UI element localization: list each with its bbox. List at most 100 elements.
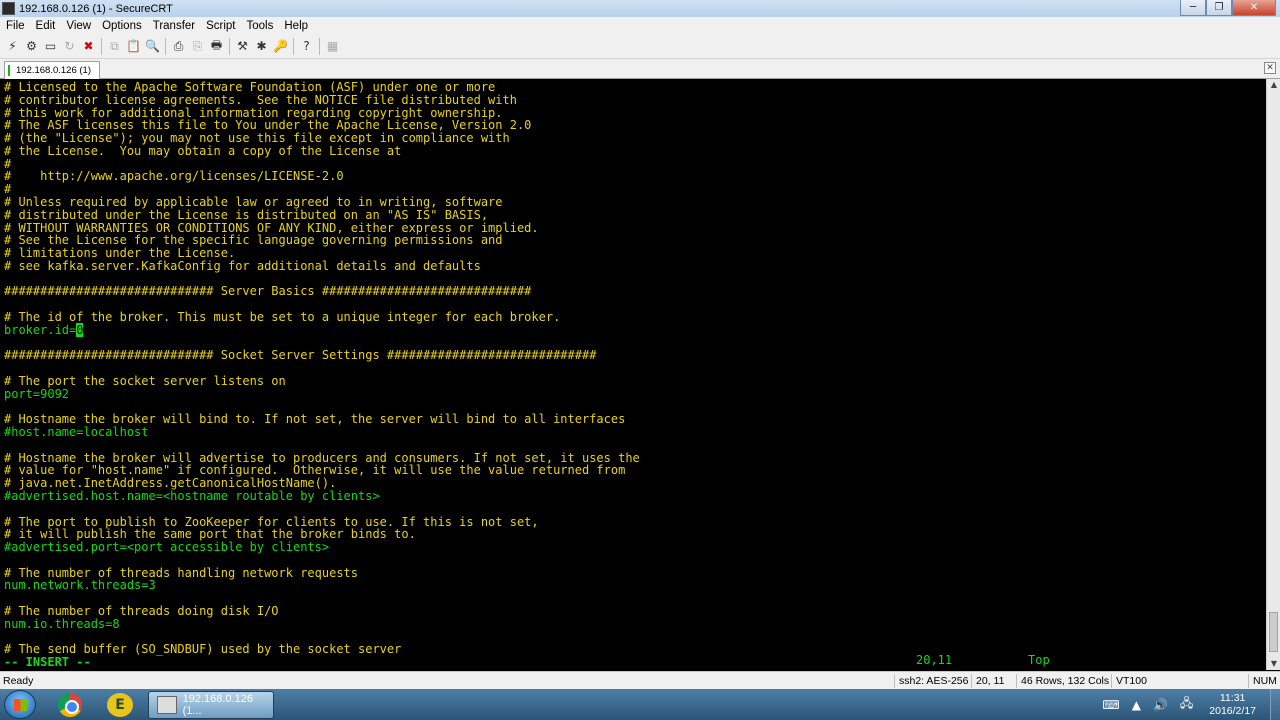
- print-selection-icon[interactable]: ⎘: [189, 38, 206, 55]
- toolbar-separator: [293, 37, 294, 55]
- terminal-scrollbar[interactable]: ▲ ▼: [1266, 79, 1280, 670]
- status-numlock: NUM: [1248, 674, 1277, 688]
- terminal-line: #host.name=localhost: [4, 426, 149, 439]
- terminal-line-text: #host.name=localhost: [4, 425, 149, 440]
- terminal-line-text: # http://www.apache.org/licenses/LICENSE…: [4, 169, 344, 184]
- print-setup-icon[interactable]: 🖶: [208, 38, 225, 55]
- paste-icon[interactable]: 📋: [125, 38, 142, 55]
- terminal-line: #advertised.host.name=<hostname routable…: [4, 488, 380, 503]
- menu-view[interactable]: View: [66, 20, 91, 32]
- terminal-line-text: ############################# Server Bas…: [4, 284, 532, 299]
- connected-status-icon: [8, 65, 10, 76]
- terminal-line-text: port=9092: [4, 386, 70, 401]
- menu-script[interactable]: Script: [206, 20, 235, 32]
- connect-icon[interactable]: ⚡: [4, 38, 21, 55]
- copy-icon[interactable]: ⧉: [106, 38, 123, 55]
- restore-button[interactable]: ❐: [1206, 0, 1232, 16]
- text-cursor: 0: [76, 322, 84, 337]
- pinned-app-icon[interactable]: E: [107, 693, 133, 717]
- session-tab-label: 192.168.0.126 (1): [16, 65, 92, 76]
- close-button[interactable]: ✕: [1232, 0, 1276, 16]
- help-icon[interactable]: ?: [298, 38, 315, 55]
- menu-edit[interactable]: Edit: [36, 20, 56, 32]
- terminal-line: num.network.threads=3: [4, 579, 156, 592]
- print-icon[interactable]: ⎙: [170, 38, 187, 55]
- disconnect-icon[interactable]: ✖: [80, 38, 97, 55]
- status-emulation: VT100: [1111, 674, 1147, 688]
- reconnect-icon[interactable]: ↻: [61, 38, 78, 55]
- tab-close-icon[interactable]: ✕: [1264, 62, 1276, 74]
- connect-in-tab-icon[interactable]: ▭: [42, 38, 59, 55]
- terminal-line: #advertised.port=<port accessible by cli…: [4, 541, 329, 554]
- scroll-thumb[interactable]: [1269, 612, 1278, 652]
- taskbar-window-label: 192.168.0.126 (1...: [182, 693, 253, 717]
- menu-bar: File Edit View Options Transfer Script T…: [0, 17, 1280, 34]
- vim-mode-indicator: -- INSERT --: [4, 655, 91, 670]
- session-tab-strip: 192.168.0.126 (1) ✕: [0, 59, 1280, 79]
- minimize-button[interactable]: ─: [1180, 0, 1206, 16]
- terminal-line-text: # the License. You may obtain a copy of …: [4, 143, 402, 158]
- terminal-line: ############################# Server Bas…: [4, 285, 531, 298]
- terminal-line: ############################# Socket Ser…: [4, 349, 596, 362]
- global-options-icon[interactable]: ✱: [253, 38, 270, 55]
- window-title: 192.168.0.126 (1) - SecureCRT: [19, 2, 173, 15]
- toolbar: ⚡ ⚙ ▭ ↻ ✖ ⧉ 📋 🔍 ⎙ ⎘ 🖶 ⚒ ✱ 🔑 ? ▦: [0, 34, 1280, 59]
- chrome-icon[interactable]: [58, 693, 82, 717]
- status-position: 20, 11: [971, 674, 1004, 688]
- taskbar-securecrt-window[interactable]: 192.168.0.126 (1...: [148, 691, 274, 719]
- sftp-icon[interactable]: ▦: [324, 38, 341, 55]
- window-controls: ─ ❐ ✕: [1180, 0, 1276, 16]
- terminal-line-text: ############################# Socket Ser…: [4, 348, 597, 363]
- keymap-icon[interactable]: 🔑: [272, 38, 289, 55]
- system-tray: ⌨ ▲ 🔊 🖧 11:31 2016/2/17: [1096, 689, 1280, 720]
- scroll-down-icon[interactable]: ▼: [1268, 658, 1280, 670]
- menu-file[interactable]: File: [6, 20, 25, 32]
- terminal-line: # the License. You may obtain a copy of …: [4, 143, 402, 158]
- quick-connect-icon[interactable]: ⚙: [23, 38, 40, 55]
- session-tab[interactable]: 192.168.0.126 (1): [4, 61, 100, 79]
- toolbar-separator: [101, 37, 102, 55]
- terminal-line-text: #advertised.port=<port accessible by cli…: [4, 540, 330, 555]
- terminal-line: num.io.threads=8: [4, 616, 120, 631]
- windows-taskbar: E 192.168.0.126 (1... ⌨ ▲ 🔊 🖧 11:31 2016…: [0, 689, 1280, 720]
- start-button[interactable]: [4, 690, 36, 719]
- terminal-line-text: # see kafka.server.KafkaConfig for addit…: [4, 258, 481, 273]
- find-icon[interactable]: 🔍: [144, 38, 161, 55]
- clock-date: 2016/2/17: [1209, 704, 1256, 717]
- securecrt-app-icon[interactable]: [2, 2, 15, 15]
- menu-transfer[interactable]: Transfer: [153, 20, 195, 32]
- terminal-line-text: num.io.threads=8: [4, 616, 120, 631]
- status-ready: Ready: [3, 675, 34, 687]
- terminal-line-text: #advertised.host.name=<hostname routable…: [4, 488, 380, 503]
- network-icon[interactable]: 🖧: [1180, 694, 1193, 715]
- terminal-line: port=9092: [4, 386, 70, 401]
- terminal-line: # http://www.apache.org/licenses/LICENSE…: [4, 170, 344, 183]
- show-desktop-button[interactable]: [1270, 689, 1280, 720]
- taskbar-clock[interactable]: 11:31 2016/2/17: [1209, 692, 1256, 718]
- terminal-line: # see kafka.server.KafkaConfig for addit…: [4, 258, 481, 273]
- status-cipher: ssh2: AES-256: [894, 674, 968, 688]
- terminal-screen[interactable]: 20,11 Top # Licensed to the Apache Softw…: [0, 79, 1266, 670]
- terminal-line-text: # The id of the broker. This must be set…: [4, 310, 561, 325]
- toolbar-separator: [165, 37, 166, 55]
- securecrt-taskbar-icon: [157, 696, 177, 714]
- tray-expand-icon[interactable]: ▲: [1132, 698, 1141, 712]
- menu-help[interactable]: Help: [284, 20, 308, 32]
- toolbar-separator: [319, 37, 320, 55]
- title-bar: 192.168.0.126 (1) - SecureCRT ─ ❐ ✕: [0, 0, 1280, 17]
- toolbar-separator: [229, 37, 230, 55]
- volume-icon[interactable]: 🔊: [1153, 698, 1168, 712]
- terminal-line: # The id of the broker. This must be set…: [4, 311, 560, 324]
- terminal-line-text: num.network.threads=3: [4, 578, 156, 593]
- vim-scroll-position: Top: [1028, 653, 1050, 667]
- vim-cursor-position: 20,11: [916, 653, 953, 667]
- terminal-line: broker.id=0: [4, 322, 84, 337]
- session-options-icon[interactable]: ⚒: [234, 38, 251, 55]
- clock-time: 11:31: [1219, 691, 1246, 704]
- keyboard-icon[interactable]: ⌨: [1102, 698, 1119, 712]
- status-bar: Ready ssh2: AES-256 20, 11 46 Rows, 132 …: [0, 671, 1280, 689]
- terminal-line-text: broker.id=: [4, 322, 77, 337]
- menu-tools[interactable]: Tools: [247, 20, 274, 32]
- menu-options[interactable]: Options: [102, 20, 142, 32]
- scroll-up-icon[interactable]: ▲: [1268, 79, 1280, 91]
